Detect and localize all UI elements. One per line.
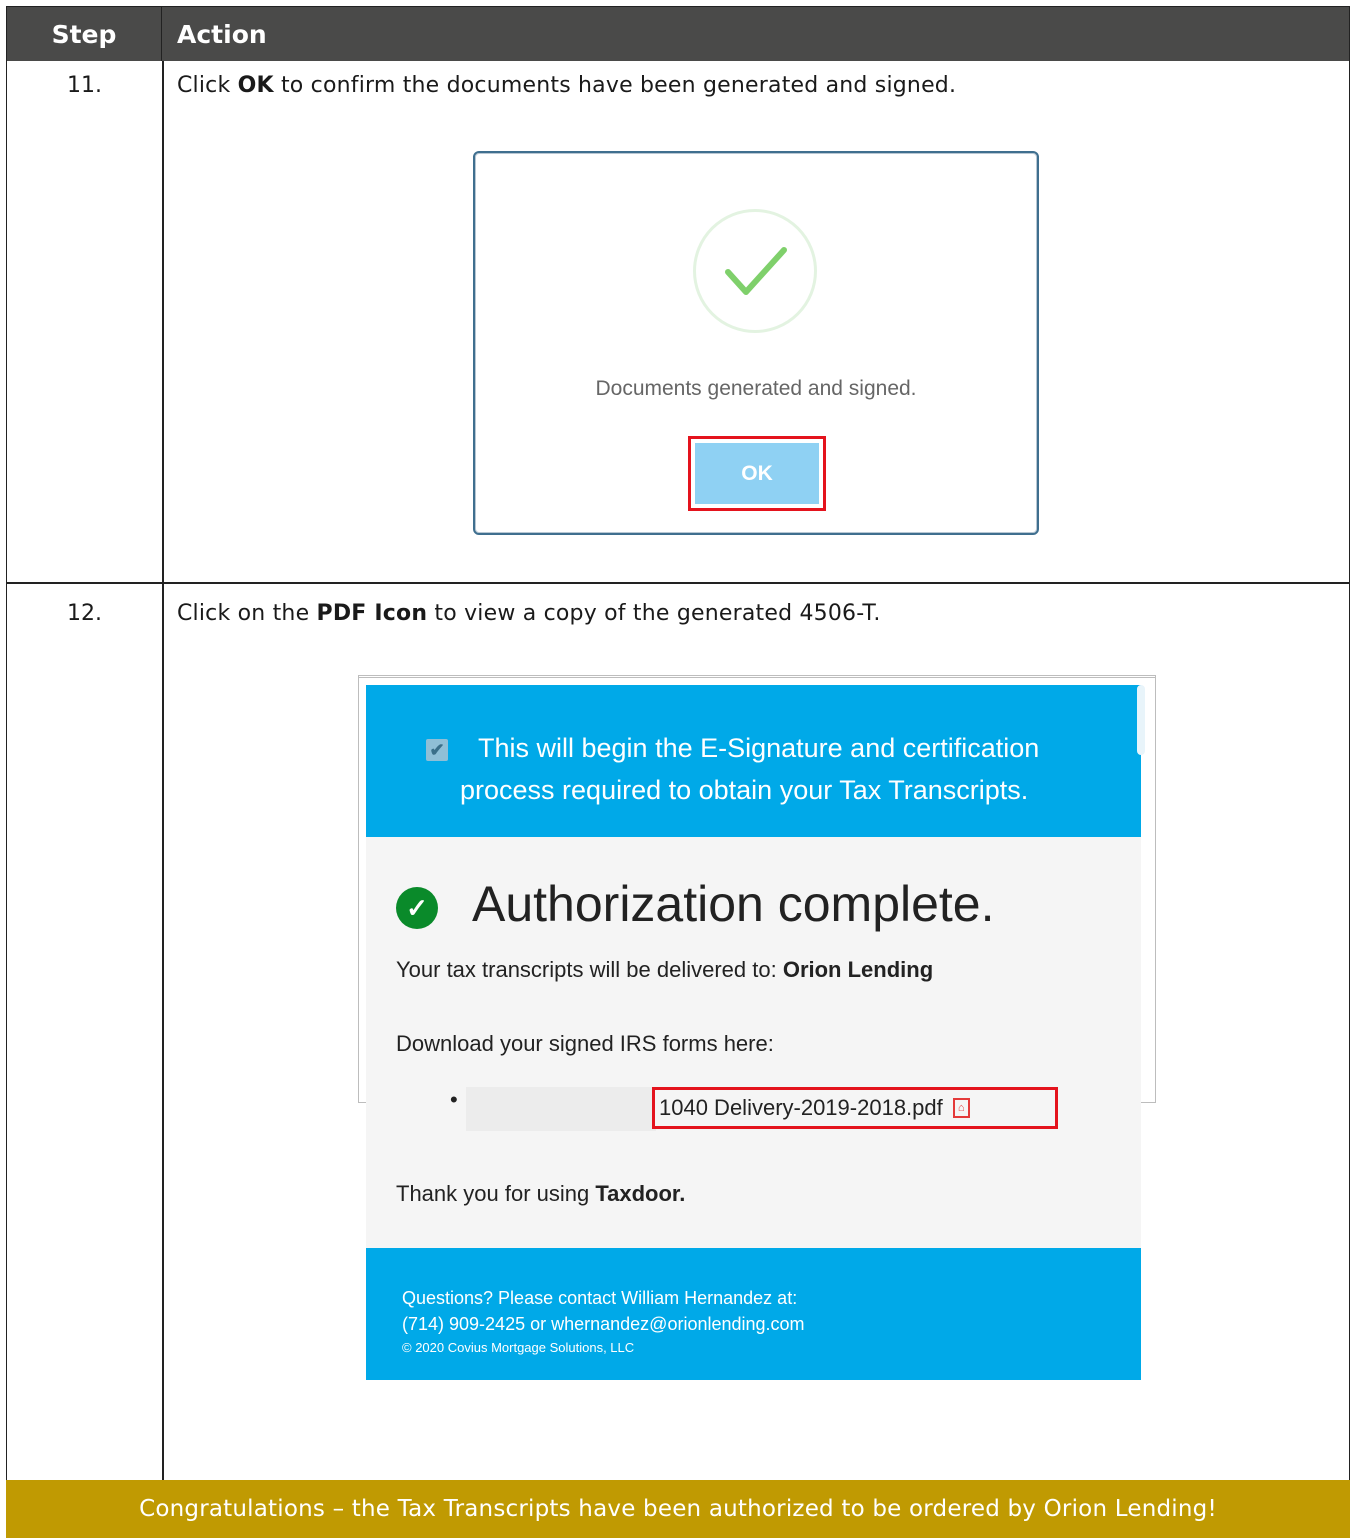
table-header: Step Action: [7, 7, 1349, 61]
banner-text: This will begin the E-Signature and cert…: [478, 733, 1040, 763]
step-number: 11.: [67, 73, 102, 98]
instruction-emphasis: PDF Icon: [316, 601, 428, 626]
ok-button[interactable]: OK: [695, 443, 819, 504]
instruction-text: to view a copy of the generated 4506-T.: [427, 601, 881, 626]
row-divider: [7, 582, 1349, 584]
pdf-file-link[interactable]: 1040 Delivery-2019-2018.pdf: [659, 1095, 943, 1121]
auth-footer: Questions? Please contact William Hernan…: [366, 1248, 1141, 1380]
esign-banner: ✔ This will begin the E-Signature and ce…: [366, 685, 1145, 837]
redacted-area: [466, 1087, 656, 1131]
brand-name: Taxdoor.: [595, 1181, 686, 1206]
delivery-recipient: Orion Lending: [782, 957, 934, 982]
instruction-text: Click on the: [177, 601, 317, 626]
footer-contact: Questions? Please contact William Hernan…: [402, 1288, 798, 1308]
column-divider: [162, 61, 164, 1481]
delivery-text: Your tax transcripts will be delivered t…: [396, 957, 933, 983]
auth-title: Authorization complete.: [472, 876, 995, 932]
delivery-label: Your tax transcripts will be delivered t…: [396, 957, 783, 982]
bullet: •: [450, 1087, 458, 1112]
check-circle-icon: ✓: [396, 887, 438, 929]
thanks-text: Thank you for using Taxdoor.: [396, 1181, 685, 1207]
instruction-text: Click: [177, 73, 238, 98]
step-instruction: Click OK to confirm the documents have b…: [177, 73, 956, 98]
congrats-wrapper: Congratulations – the Tax Transcripts ha…: [6, 1480, 1350, 1538]
instruction-emphasis: OK: [237, 73, 274, 98]
checkbox-icon[interactable]: ✔: [426, 739, 448, 761]
pdf-icon[interactable]: ⌂: [952, 1098, 970, 1118]
action-column-header: Action: [177, 19, 267, 49]
congrats-banner: Congratulations – the Tax Transcripts ha…: [6, 1480, 1350, 1538]
thanks-label: Thank you for using: [396, 1181, 596, 1206]
instruction-text: to confirm the documents have been gener…: [273, 73, 957, 98]
footer-phone-email[interactable]: (714) 909-2425 or whernandez@orionlendin…: [402, 1314, 805, 1335]
banner-text: process required to obtain your Tax Tran…: [460, 775, 1029, 805]
auth-content: ✔ This will begin the E-Signature and ce…: [366, 685, 1145, 1380]
dialog-message: Documents generated and signed.: [595, 377, 917, 400]
download-text: Download your signed IRS forms here:: [396, 1031, 774, 1056]
scrollbar[interactable]: [1137, 685, 1145, 755]
check-icon: [725, 247, 787, 295]
step-column-header: Step: [7, 7, 162, 61]
step-number: 12.: [67, 601, 102, 626]
confirmation-dialog: Documents generated and signed. OK: [473, 151, 1039, 535]
footer-copyright: © 2020 Covius Mortgage Solutions, LLC: [402, 1340, 635, 1355]
success-circle: [693, 209, 817, 333]
pdf-link-highlight[interactable]: 1040 Delivery-2019-2018.pdf ⌂: [652, 1087, 1058, 1129]
auth-body: ✓ Authorization complete. Your tax trans…: [366, 837, 1141, 1248]
highlight-box: OK: [688, 436, 826, 511]
step-instruction: Click on the PDF Icon to view a copy of …: [177, 601, 881, 626]
